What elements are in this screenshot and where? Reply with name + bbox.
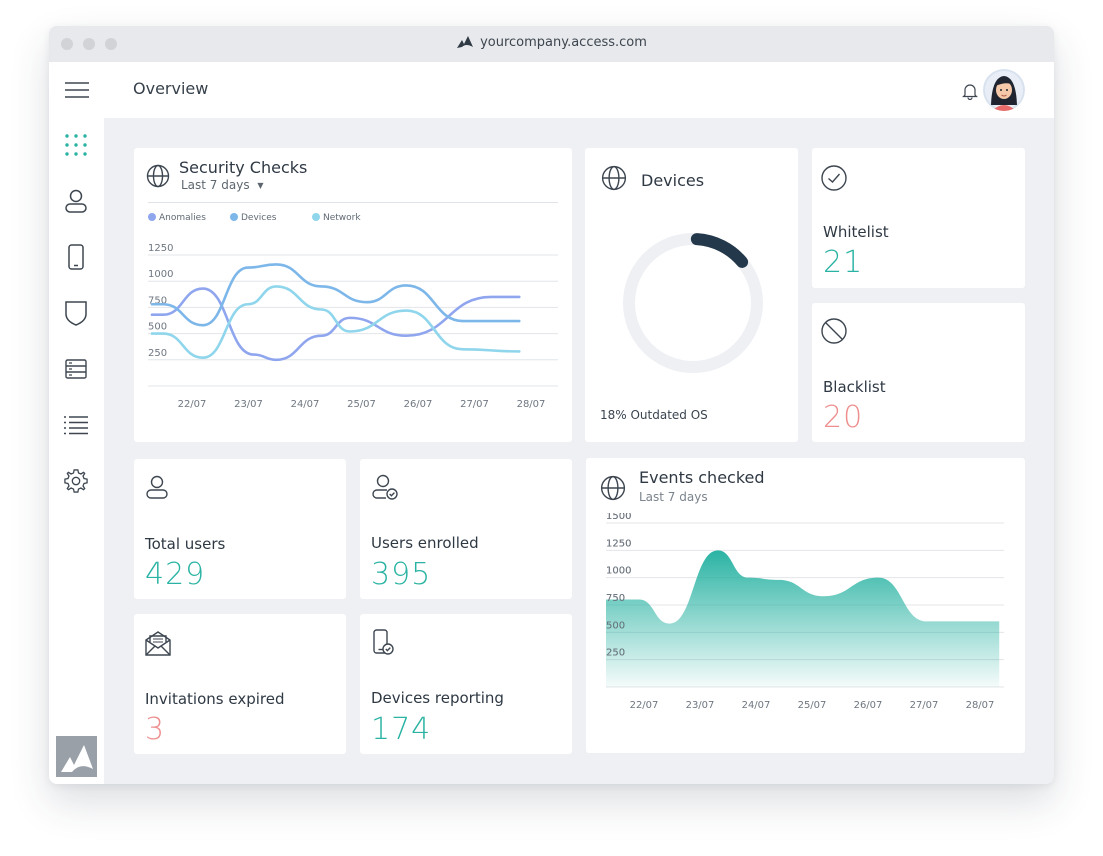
brand-logo [56,736,97,777]
top-bar: Overview [49,62,1054,118]
events-checked-card: Events checked Last 7 days 250 500 750 1000… [586,458,1025,753]
blacklist-value: 20 [823,400,864,435]
y-tick-label: 500 [606,620,625,631]
mobile-check-icon [372,629,396,661]
menu-icon[interactable] [65,82,89,98]
y-tick-label: 250 [606,648,625,659]
total-users-label: Total users [145,535,226,553]
devices-reporting-card[interactable]: Devices reporting 174 [360,614,572,754]
globe-icon [146,164,170,192]
devices-caption: 18% Outdated OS [600,408,708,422]
app-window: yourcompany.access.com Overview Security… [49,26,1054,784]
y-tick-label: 1250 [148,243,173,254]
devices-reporting-label: Devices reporting [371,689,504,707]
y-tick-label: 1250 [606,538,631,549]
donut-outdated-segment [690,233,749,268]
x-tick-label: 27/07 [460,399,489,410]
shark-logo-icon [457,36,474,48]
sidebar [49,118,104,784]
period-dropdown[interactable]: Last 7 days ▼ [181,178,264,192]
total-users-value: 429 [145,557,206,592]
users-enrolled-card[interactable]: Users enrolled 395 [360,459,572,599]
x-tick-label: 24/07 [291,399,320,410]
globe-icon [601,165,627,195]
devices-title: Devices [641,171,705,190]
x-tick-label: 25/07 [347,399,376,410]
x-tick-label: 24/07 [742,700,771,711]
globe-icon [600,475,626,505]
events-checked-period: Last 7 days [639,490,708,504]
blocked-icon [820,317,848,349]
gear-icon[interactable] [64,469,88,493]
whitelist-value: 21 [823,245,864,280]
bell-icon[interactable] [961,82,979,104]
x-tick-label: 23/07 [686,700,715,711]
security-checks-chart: 2505007501000125022/07 23/07 24/07 25/07 26/… [148,243,558,410]
events-area [606,550,1000,687]
browser-titlebar: yourcompany.access.com [49,26,1054,62]
user-icon[interactable] [64,189,88,213]
url-text: yourcompany.access.com [480,35,647,50]
legend-devices: Devices [230,213,276,223]
y-tick-label: 1000 [606,566,631,577]
server-icon[interactable] [64,357,88,381]
series-line-devices [150,263,521,327]
mobile-icon[interactable] [64,244,88,270]
y-tick-label: 1000 [148,269,173,280]
x-tick-label: 26/07 [404,399,433,410]
address-bar[interactable]: yourcompany.access.com [49,35,1054,50]
divider [148,202,558,203]
devices-card: Devices 18% Outdated OS [585,148,798,442]
y-tick-label: 750 [606,593,625,604]
security-checks-card: Security Checks Last 7 days ▼ Anomalies … [134,148,572,442]
users-enrolled-label: Users enrolled [371,534,479,552]
period-dropdown-label: Last 7 days [181,178,250,192]
total-users-card[interactable]: Total users 429 [134,459,346,599]
envelope-icon [144,629,172,661]
legend-network-label: Network [323,213,361,223]
legend-network: Network [312,213,361,223]
page-title: Overview [133,79,209,98]
avatar[interactable] [983,69,1025,111]
legend-anomalies-label: Anomalies [159,213,206,223]
devices-reporting-value: 174 [371,712,432,747]
x-tick-label: 28/07 [966,700,995,711]
x-tick-label: 22/07 [178,399,207,410]
invitations-expired-value: 3 [145,712,166,747]
x-tick-label: 27/07 [910,700,939,711]
invitations-expired-label: Invitations expired [145,690,285,708]
list-icon[interactable] [64,413,88,437]
legend-anomalies: Anomalies [148,213,206,223]
y-tick-label: 1500 [606,513,631,522]
events-checked-chart: 250 500 750 1000 1250 1500 22/07 23/07 24/07 25/0… [606,513,1004,711]
x-tick-label: 28/07 [517,399,546,410]
users-enrolled-value: 395 [371,557,432,592]
whitelist-label: Whitelist [823,223,889,241]
invitations-expired-card[interactable]: Invitations expired 3 [134,614,346,754]
legend-devices-label: Devices [241,213,277,223]
events-checked-title: Events checked [639,468,765,487]
user-check-icon [372,473,400,505]
blacklist-card[interactable]: Blacklist 20 [812,303,1025,442]
x-tick-label: 26/07 [854,700,883,711]
caret-down-icon: ▼ [257,181,264,190]
whitelist-card[interactable]: Whitelist 21 [812,148,1025,288]
check-circle-icon [820,164,848,196]
x-tick-label: 22/07 [630,700,659,711]
devices-donut-chart [623,233,763,373]
y-tick-label: 500 [148,322,167,333]
shield-icon[interactable] [64,301,88,326]
x-tick-label: 23/07 [234,399,263,410]
security-checks-title: Security Checks [179,158,308,177]
blacklist-label: Blacklist [823,378,886,396]
x-tick-label: 25/07 [798,700,827,711]
y-tick-label: 250 [148,348,167,359]
user-icon [146,475,168,503]
dashboard-grid-icon[interactable] [64,133,88,157]
